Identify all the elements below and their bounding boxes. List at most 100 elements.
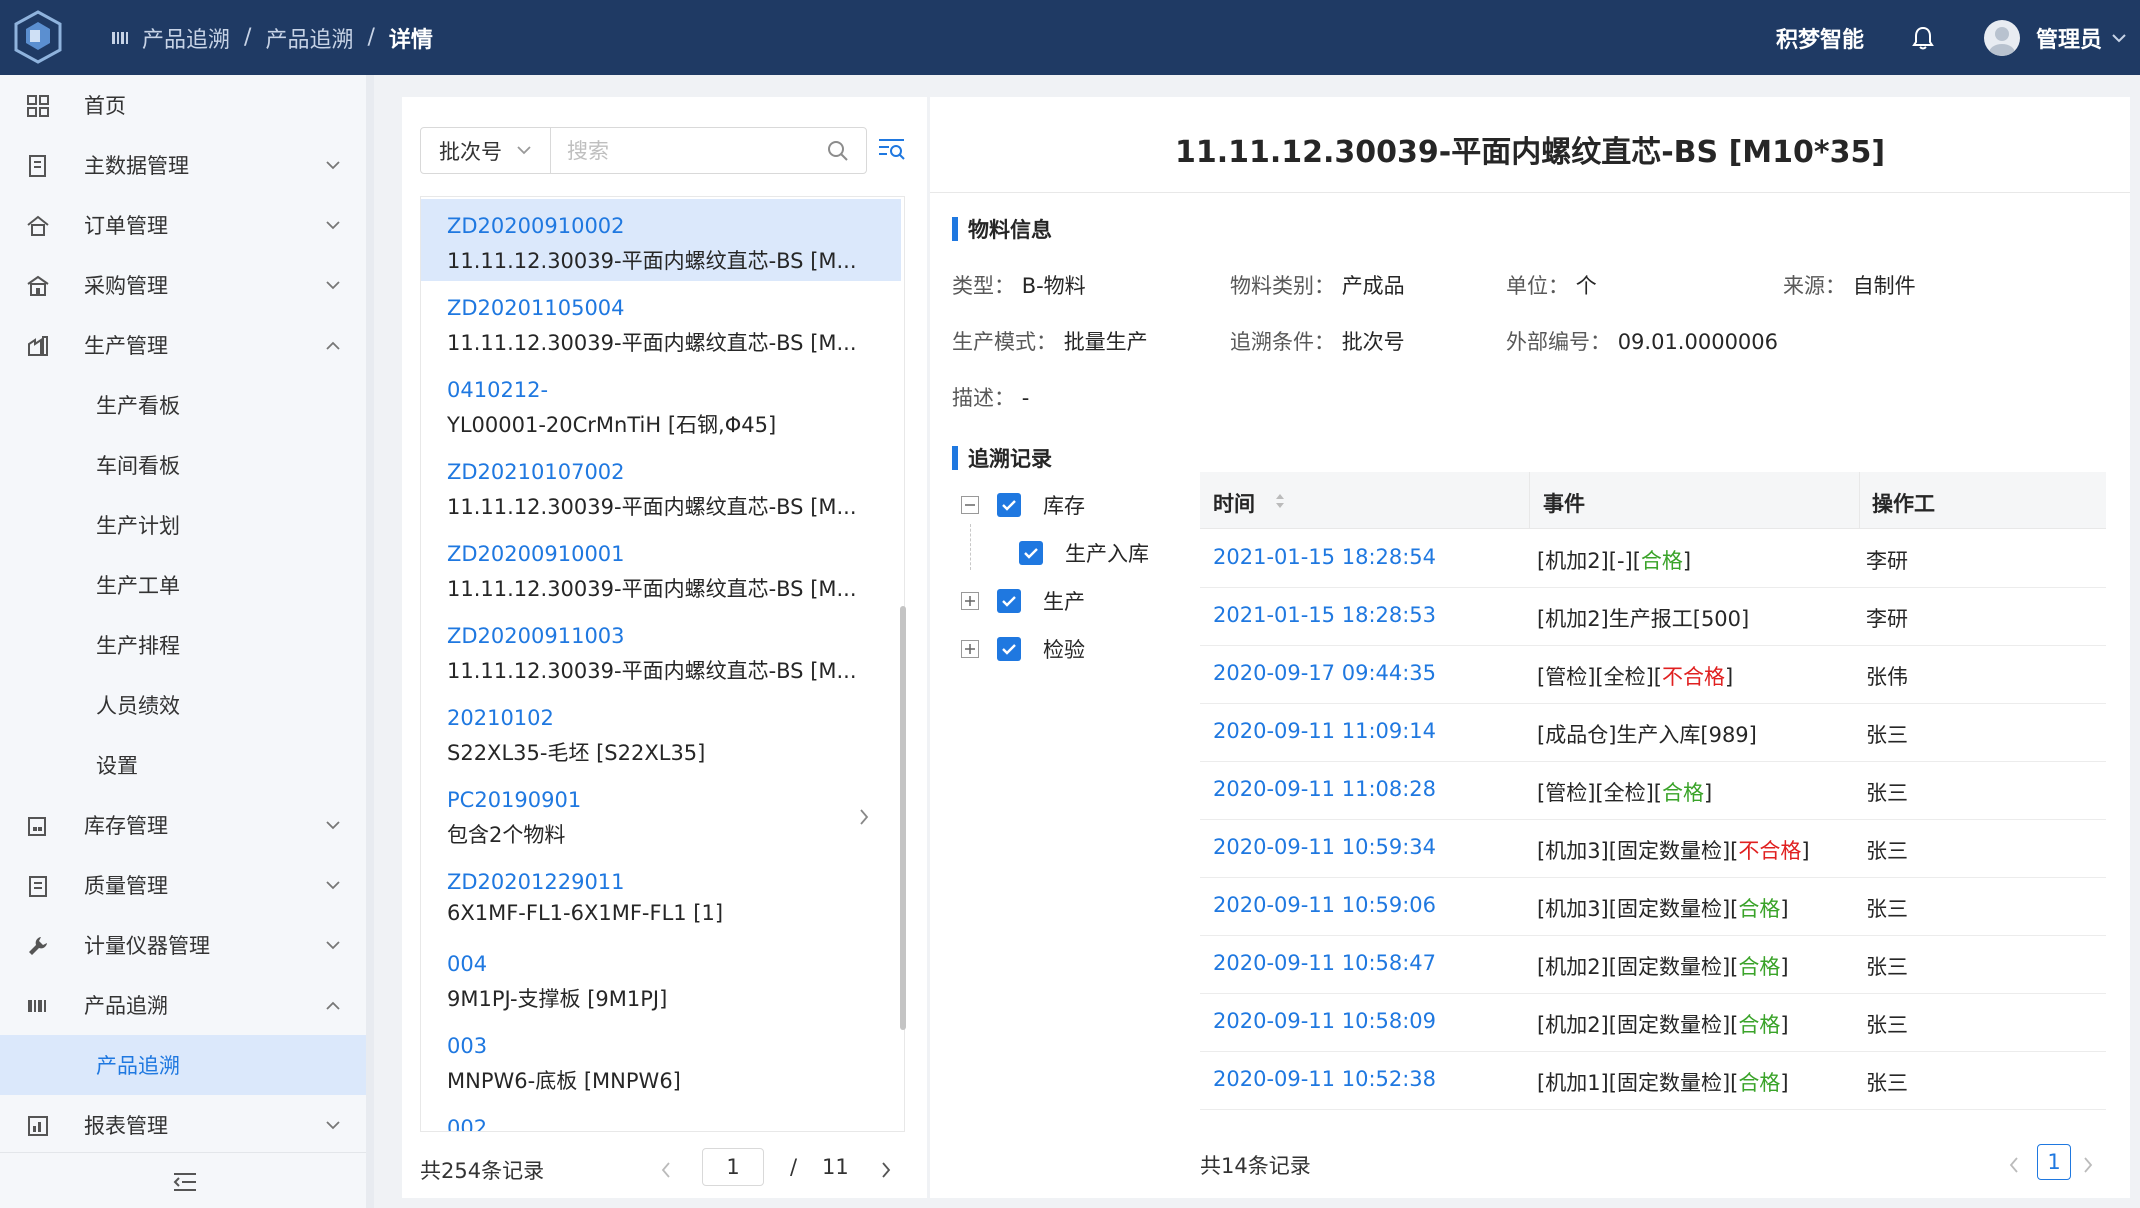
field-category: 物料类别： 产成品 (1230, 270, 1405, 300)
search-field-select[interactable]: 批次号 (421, 128, 551, 173)
record-time-link[interactable]: 2020-09-11 10:59:06 (1213, 893, 1436, 917)
list-item[interactable]: 004 9M1PJ-支撑板 [9M1PJ] (421, 937, 901, 1019)
sidebar-subitem-label: 生产计划 (96, 514, 180, 538)
table-row[interactable]: 2021-01-15 18:28:54 [机加2][-][合格] 李研 (1200, 530, 2106, 588)
sidebar-item-label: 订单管理 (84, 214, 168, 238)
list-item[interactable]: 003 MNPW6-底板 [MNPW6] (421, 1019, 901, 1101)
tree-node-inventory[interactable]: 库存 (961, 490, 1085, 520)
advanced-filter-icon[interactable] (878, 137, 906, 161)
sidebar-subitem-label: 生产看板 (96, 394, 180, 418)
list-item[interactable]: ZD20210107002 11.11.12.30039-平面内螺纹直芯-BS … (421, 445, 901, 527)
plus-square-icon[interactable] (961, 592, 979, 610)
sidebar-subitem-settings[interactable]: 设置 (0, 735, 366, 795)
sort-icon[interactable] (1274, 492, 1286, 510)
table-row[interactable]: 2021-01-15 18:28:53 [机加2]生产报工[500] 李研 (1200, 588, 2106, 646)
sidebar-item-master-data[interactable]: 主数据管理 (0, 135, 366, 195)
list-item[interactable]: ZD20200911003 11.11.12.30039-平面内螺纹直芯-BS … (421, 609, 901, 691)
table-row[interactable]: 2020-09-17 09:44:35 [管检][全检][不合格] 张伟 (1200, 646, 2106, 704)
field-unit: 单位： 个 (1506, 270, 1597, 300)
checkbox-checked[interactable] (1019, 541, 1043, 565)
list-item[interactable]: 002 (421, 1101, 901, 1131)
list-item[interactable]: 0410212- YL00001-20CrMnTiH [石钢,Φ45] (421, 363, 901, 445)
bell-icon[interactable] (1912, 26, 1934, 50)
avatar[interactable] (1983, 19, 2020, 56)
record-time-link[interactable]: 2021-01-15 18:28:53 (1213, 603, 1436, 627)
logo-icon[interactable] (10, 8, 66, 64)
column-header-time[interactable]: 时间 (1213, 488, 1255, 518)
chevron-down-icon[interactable] (2112, 33, 2126, 43)
list-item[interactable]: 20210102 S22XL35-毛坯 [S22XL35] (421, 691, 901, 773)
column-header-operator: 操作工 (1872, 492, 1935, 516)
sidebar-item-label: 质量管理 (84, 874, 168, 898)
tree-node-production-inbound[interactable]: 生产入库 (1019, 538, 1149, 568)
batch-code: ZD20210107002 (447, 460, 625, 484)
breadcrumb-item-1[interactable]: 产品追溯 (142, 22, 230, 54)
sidebar-subitem-performance[interactable]: 人员绩效 (0, 675, 366, 735)
table-row[interactable]: 2020-09-11 10:59:06 [机加3][固定数量检][合格] 张三 (1200, 878, 2106, 936)
sidebar-subitem-label: 人员绩效 (96, 694, 180, 718)
prev-page-icon[interactable] (660, 1161, 672, 1179)
sidebar-subitem-work-order[interactable]: 生产工单 (0, 555, 366, 615)
list-item[interactable]: ZD20200910002 11.11.12.30039-平面内螺纹直芯-BS … (421, 199, 901, 281)
sidebar-item-quality[interactable]: 质量管理 (0, 855, 366, 915)
record-time-link[interactable]: 2020-09-11 11:09:14 (1213, 719, 1436, 743)
sidebar-subitem-traceability[interactable]: 产品追溯 (0, 1035, 366, 1095)
checkbox-checked[interactable] (997, 589, 1021, 613)
checkbox-checked[interactable] (997, 637, 1021, 661)
table-row[interactable]: 2020-09-11 11:08:28 [管检][全检][合格] 张三 (1200, 762, 2106, 820)
sidebar-item-traceability[interactable]: 产品追溯 (0, 975, 366, 1035)
sidebar-subitem-production-plan[interactable]: 生产计划 (0, 495, 366, 555)
sidebar-item-production[interactable]: 生产管理 (0, 315, 366, 375)
user-name[interactable]: 管理员 (2036, 22, 2102, 54)
record-time-link[interactable]: 2020-09-17 09:44:35 (1213, 661, 1436, 685)
record-time-link[interactable]: 2020-09-11 11:08:28 (1213, 777, 1436, 801)
record-time-link[interactable]: 2020-09-11 10:52:38 (1213, 1067, 1436, 1091)
sidebar-item-orders[interactable]: 订单管理 (0, 195, 366, 255)
next-page-icon[interactable] (880, 1161, 892, 1179)
sidebar-item-reports[interactable]: 报表管理 (0, 1095, 366, 1155)
page-number-input[interactable]: 1 (702, 1148, 764, 1186)
minus-square-icon[interactable] (961, 496, 979, 514)
breadcrumb-item-2[interactable]: 产品追溯 (265, 22, 353, 54)
divider (930, 192, 2130, 193)
status-text: 合格 (1738, 1013, 1781, 1037)
list-item[interactable]: ZD20200910001 11.11.12.30039-平面内螺纹直芯-BS … (421, 527, 901, 609)
sidebar-subitem-scheduling[interactable]: 生产排程 (0, 615, 366, 675)
sidebar-subitem-workshop-board[interactable]: 车间看板 (0, 435, 366, 495)
sidebar-item-home[interactable]: 首页 (0, 75, 366, 135)
tree-node-production[interactable]: 生产 (961, 586, 1085, 616)
table-row[interactable]: 2020-09-11 10:52:38 [机加1][固定数量检][合格] 张三 (1200, 1052, 2106, 1110)
plus-square-icon[interactable] (961, 640, 979, 658)
sidebar-item-purchase[interactable]: 采购管理 (0, 255, 366, 315)
table-row[interactable]: 2020-09-11 10:58:47 [机加2][固定数量检][合格] 张三 (1200, 936, 2106, 994)
list-scrollbar[interactable] (900, 606, 906, 1030)
chevron-right-icon[interactable] (859, 808, 869, 826)
next-page-icon[interactable] (2082, 1156, 2094, 1174)
prev-page-icon[interactable] (2008, 1156, 2020, 1174)
list-item[interactable]: PC20190901 包含2个物料 (421, 773, 901, 855)
collapse-sidebar-button[interactable] (0, 1152, 366, 1208)
tree-node-label: 生产入库 (1065, 542, 1149, 566)
event-text: [成品仓]生产入库[989] (1537, 723, 1757, 747)
record-event: [机加2][-][合格] (1537, 545, 1691, 575)
table-row[interactable]: 2020-09-11 10:58:09 [机加2][固定数量检][合格] 张三 (1200, 994, 2106, 1052)
record-time-link[interactable]: 2020-09-11 10:58:47 (1213, 951, 1436, 975)
checkbox-checked[interactable] (997, 493, 1021, 517)
record-time-link[interactable]: 2020-09-11 10:58:09 (1213, 1009, 1436, 1033)
current-page-button[interactable]: 1 (2037, 1144, 2071, 1180)
table-row[interactable]: 2020-09-11 10:59:34 [机加3][固定数量检][不合格] 张三 (1200, 820, 2106, 878)
record-time-link[interactable]: 2021-01-15 18:28:54 (1213, 545, 1436, 569)
tree-node-inspection[interactable]: 检验 (961, 634, 1085, 664)
record-operator: 张三 (1866, 781, 1908, 805)
search-input[interactable] (567, 128, 807, 173)
record-time-link[interactable]: 2020-09-11 10:59:34 (1213, 835, 1436, 859)
search-icon[interactable] (827, 140, 849, 162)
sidebar-item-inventory[interactable]: 库存管理 (0, 795, 366, 855)
status-text: 合格 (1738, 897, 1781, 921)
sidebar-subitem-production-board[interactable]: 生产看板 (0, 375, 366, 435)
list-item[interactable]: ZD20201105004 11.11.12.30039-平面内螺纹直芯-BS … (421, 281, 901, 363)
table-row[interactable]: 2020-09-11 11:09:14 [成品仓]生产入库[989] 张三 (1200, 704, 2106, 762)
batch-code: ZD20200911003 (447, 624, 625, 648)
sidebar-item-instruments[interactable]: 计量仪器管理 (0, 915, 366, 975)
list-item[interactable]: ZD20201229011 6X1MF-FL1-6X1MF-FL1 [1] (421, 855, 901, 937)
